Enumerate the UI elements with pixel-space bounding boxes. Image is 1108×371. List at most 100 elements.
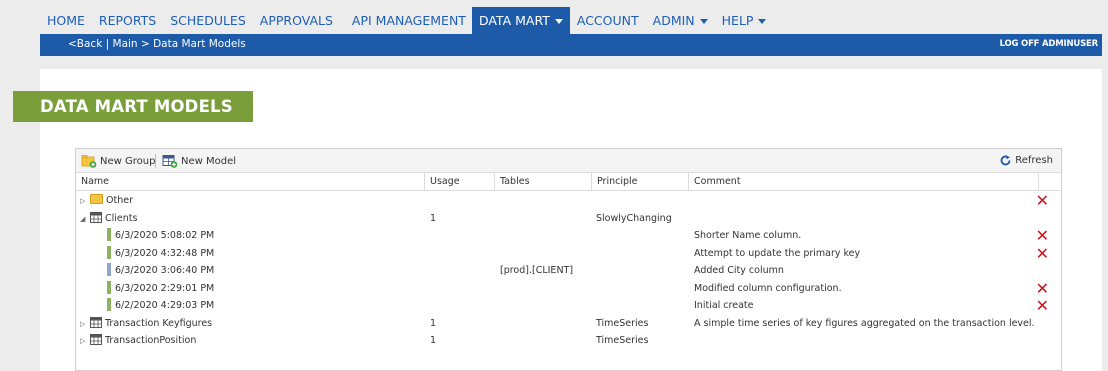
table-icon bbox=[90, 334, 102, 345]
comment-cell: Shorter Name column. bbox=[694, 230, 802, 241]
breadcrumb-bar: <Back | Main > Data Mart Models LOG OFF … bbox=[40, 34, 1102, 56]
name-cell: 6/3/2020 3:06:40 PM bbox=[107, 262, 214, 279]
nav-admin-label: ADMIN bbox=[652, 13, 695, 28]
nav-help-label: HELP bbox=[721, 13, 754, 28]
table-icon bbox=[90, 211, 102, 223]
new-group-label: New Group bbox=[100, 155, 156, 167]
version-timestamp: 6/3/2020 5:08:02 PM bbox=[115, 230, 215, 241]
row-name: Clients bbox=[105, 212, 138, 224]
version-status-bar bbox=[107, 263, 111, 276]
new-model-label: New Model bbox=[181, 155, 237, 167]
nav-api-management[interactable]: API MANAGEMENT bbox=[340, 7, 472, 34]
tables-cell: [prod].[CLIENT] bbox=[500, 265, 574, 276]
version-timestamp: 6/3/2020 3:06:40 PM bbox=[115, 265, 215, 276]
nav-admin[interactable]: ADMIN bbox=[646, 7, 715, 34]
page-title: DATA MART MODELS bbox=[13, 91, 253, 122]
version-row[interactable]: 6/3/2020 4:32:48 PM Attempt to update th… bbox=[76, 245, 1061, 263]
collapse-arrow-icon[interactable]: ◢ bbox=[80, 211, 90, 228]
new-table-icon bbox=[162, 155, 178, 168]
principle-cell: TimeSeries bbox=[596, 317, 649, 329]
delete-icon[interactable]: ✕ bbox=[1036, 245, 1049, 262]
grid-toolbar: New Group New Model Refresh bbox=[76, 149, 1061, 173]
nav-schedules[interactable]: SCHEDULES bbox=[163, 7, 253, 34]
usage-cell: 1 bbox=[430, 335, 437, 346]
delete-icon[interactable]: ✕ bbox=[1036, 227, 1049, 244]
new-group-button[interactable]: New Group bbox=[81, 154, 155, 168]
name-cell: ▷ Other bbox=[80, 192, 133, 209]
version-timestamp: 6/3/2020 2:29:01 PM bbox=[115, 282, 215, 294]
expand-arrow-icon[interactable]: ▷ bbox=[80, 193, 90, 210]
column-header-principle[interactable]: Principle bbox=[591, 173, 688, 191]
column-header-name[interactable]: Name bbox=[76, 173, 424, 191]
comment-cell: Modified column configuration. bbox=[694, 282, 842, 294]
top-navigation: HOME REPORTS SCHEDULES APPROVALS API MAN… bbox=[40, 7, 1108, 34]
grid-body: ▷ Other ✕ ◢ Clients 1 SlowlyChanging 6/3/2… bbox=[76, 191, 1061, 350]
breadcrumb: <Back | Main > Data Mart Models bbox=[68, 38, 246, 50]
column-header-usage[interactable]: Usage bbox=[424, 173, 494, 191]
name-cell: 6/3/2020 2:29:01 PM bbox=[107, 280, 214, 297]
row-name: Other bbox=[106, 195, 133, 206]
nav-home[interactable]: HOME bbox=[40, 7, 92, 34]
name-cell: 6/3/2020 4:32:48 PM bbox=[107, 245, 214, 262]
name-cell: 6/2/2020 4:29:03 PM bbox=[107, 297, 214, 314]
table-icon bbox=[90, 316, 102, 328]
new-model-button[interactable]: New Model bbox=[162, 154, 236, 168]
chevron-down-icon bbox=[699, 19, 708, 24]
version-row[interactable]: 6/3/2020 3:06:40 PM [prod].[CLIENT] Adde… bbox=[76, 262, 1061, 280]
principle-cell: TimeSeries bbox=[596, 335, 649, 346]
table-row[interactable]: ◢ Clients 1 SlowlyChanging bbox=[76, 210, 1061, 228]
column-header-comment[interactable]: Comment bbox=[688, 173, 1038, 191]
breadcrumb-current: Data Mart Models bbox=[153, 38, 246, 50]
version-status-bar bbox=[107, 228, 111, 241]
usage-cell: 1 bbox=[430, 212, 437, 224]
version-row[interactable]: 6/3/2020 5:08:02 PM Shorter Name column.… bbox=[76, 227, 1061, 245]
nav-approvals[interactable]: APPROVALS bbox=[253, 7, 340, 34]
nav-reports[interactable]: REPORTS bbox=[92, 7, 163, 34]
comment-cell: Initial create bbox=[694, 300, 754, 311]
table-row[interactable]: ▷ TransactionPosition 1 TimeSeries bbox=[76, 332, 1061, 350]
name-cell: ▷ TransactionPosition bbox=[80, 332, 196, 349]
comment-cell: Attempt to update the primary key bbox=[694, 247, 861, 259]
table-row[interactable]: ▷ Other ✕ bbox=[76, 192, 1061, 210]
refresh-button[interactable]: Refresh bbox=[999, 154, 1053, 167]
name-cell: ▷ Transaction Keyfigures bbox=[80, 315, 212, 332]
column-header-tables[interactable]: Tables bbox=[494, 173, 591, 191]
version-status-bar bbox=[107, 245, 111, 259]
expand-arrow-icon[interactable]: ▷ bbox=[80, 333, 90, 350]
version-row[interactable]: 6/3/2020 2:29:01 PM Modified column conf… bbox=[76, 280, 1061, 298]
breadcrumb-separator: > bbox=[137, 38, 154, 50]
row-name: Transaction Keyfigures bbox=[105, 317, 213, 329]
table-row[interactable]: ▷ Transaction Keyfigures 1 TimeSeries A s… bbox=[76, 315, 1061, 333]
name-cell: 6/3/2020 5:08:02 PM bbox=[107, 227, 214, 244]
chevron-down-icon bbox=[554, 19, 563, 24]
row-name: TransactionPosition bbox=[105, 335, 197, 346]
version-timestamp: 6/2/2020 4:29:03 PM bbox=[115, 300, 215, 311]
version-status-bar bbox=[107, 280, 111, 294]
nav-help[interactable]: HELP bbox=[715, 7, 774, 34]
breadcrumb-main-link[interactable]: Main bbox=[113, 38, 138, 50]
nav-account[interactable]: ACCOUNT bbox=[570, 7, 646, 34]
breadcrumb-separator: | bbox=[102, 38, 113, 50]
breadcrumb-back-link[interactable]: <Back bbox=[68, 38, 102, 50]
version-timestamp: 6/3/2020 4:32:48 PM bbox=[115, 247, 215, 259]
principle-cell: SlowlyChanging bbox=[596, 212, 672, 224]
usage-cell: 1 bbox=[430, 317, 437, 329]
toolbar-divider bbox=[155, 154, 156, 168]
delete-icon[interactable]: ✕ bbox=[1036, 280, 1049, 297]
models-grid-panel: New Group New Model Refresh Name Usage T… bbox=[75, 148, 1062, 371]
column-header-actions bbox=[1038, 173, 1062, 191]
comment-cell: A simple time series of key figures aggr… bbox=[694, 317, 1035, 329]
version-status-bar bbox=[107, 298, 111, 311]
refresh-icon bbox=[1000, 155, 1011, 166]
chevron-down-icon bbox=[758, 19, 767, 24]
comment-cell: Added City column bbox=[694, 265, 784, 276]
name-cell: ◢ Clients bbox=[80, 210, 137, 227]
expand-arrow-icon[interactable]: ▷ bbox=[80, 316, 90, 333]
folder-icon bbox=[90, 194, 103, 204]
logoff-link[interactable]: LOG OFF ADMINUSER bbox=[1000, 39, 1099, 49]
delete-icon[interactable]: ✕ bbox=[1036, 297, 1049, 314]
delete-icon[interactable]: ✕ bbox=[1036, 192, 1049, 209]
nav-data-mart[interactable]: DATA MART bbox=[471, 7, 570, 34]
refresh-label: Refresh bbox=[1015, 155, 1053, 166]
version-row[interactable]: 6/2/2020 4:29:03 PM Initial create ✕ bbox=[76, 297, 1061, 315]
